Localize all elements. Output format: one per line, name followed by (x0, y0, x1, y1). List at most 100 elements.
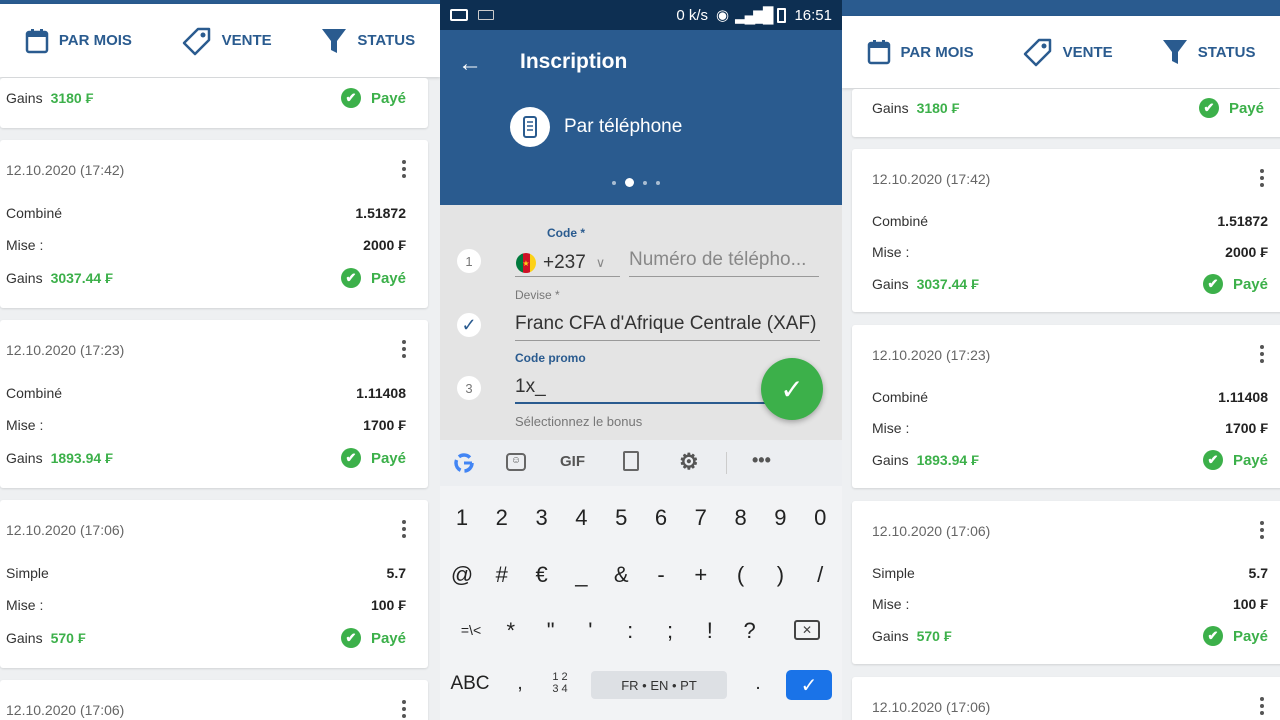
bet-card[interactable]: 12.10.2020 (17:06) Simple 5.7 Mise : 100 ₣… (852, 501, 1280, 664)
key[interactable]: ? (730, 618, 770, 644)
type-row: Combiné 1.11408 (6, 385, 406, 401)
key[interactable]: ( (721, 562, 761, 588)
bet-card[interactable]: 12.10.2020 (17:23) Combiné 1.11408 Mise :… (0, 320, 428, 488)
bet-card[interactable]: 12.10.2020 (17:42) Combiné 1.51872 Mise :… (0, 140, 428, 308)
bet-date: 12.10.2020 (17:06) (872, 523, 991, 539)
filter-month-button[interactable]: PAR MOIS (25, 28, 132, 54)
more-options-icon[interactable]: ••• (752, 450, 771, 471)
gains-value: 570 ₣ (916, 628, 952, 644)
page-dot (656, 180, 660, 185)
chevron-down-icon: ∨ (595, 254, 606, 270)
page-dot (643, 180, 647, 185)
more-menu-icon[interactable] (402, 520, 406, 541)
more-menu-icon[interactable] (402, 700, 406, 720)
clipboard-icon[interactable] (623, 451, 639, 471)
paid-status: ✔ Payé (340, 88, 406, 108)
back-arrow-icon[interactable]: ← (458, 50, 482, 78)
more-menu-icon[interactable] (1260, 169, 1264, 190)
bet-date: 12.10.2020 (17:06) (6, 522, 125, 538)
key[interactable]: 5 (601, 505, 641, 531)
key[interactable]: - (641, 562, 681, 588)
gif-button[interactable]: GIF (560, 453, 585, 470)
key[interactable]: 0 (800, 505, 840, 531)
stake-row: Mise : 1700 ₣ (872, 420, 1268, 436)
page-indicator (612, 178, 660, 187)
tag-icon (1023, 38, 1051, 67)
enter-check-key[interactable]: ✓ (786, 670, 832, 700)
more-menu-icon[interactable] (1260, 521, 1264, 542)
key[interactable]: " (531, 618, 571, 644)
filter-month-button[interactable]: PAR MOIS (867, 39, 974, 65)
key[interactable]: ; (650, 618, 690, 644)
numpad-key[interactable]: 1 2 3 4 (548, 671, 572, 695)
phone-number-input[interactable]: Numéro de télépho... (629, 249, 819, 277)
registration-method[interactable]: Par téléphone (510, 107, 682, 147)
key[interactable]: _ (561, 562, 601, 588)
backspace-icon[interactable]: ✕ (794, 620, 820, 640)
comma-key[interactable]: , (500, 673, 540, 695)
key[interactable]: € (522, 562, 562, 588)
bet-card[interactable]: 12.10.2020 (17:23) Combiné 1.11408 Mise :… (852, 325, 1280, 488)
key[interactable]: : (610, 618, 650, 644)
bet-type: Simple (872, 565, 915, 581)
key[interactable]: # (482, 562, 522, 588)
gear-icon[interactable]: ⚙ (679, 449, 699, 475)
key[interactable]: + (681, 562, 721, 588)
key[interactable]: 1 (442, 505, 482, 531)
key[interactable]: 6 (641, 505, 681, 531)
more-menu-icon[interactable] (402, 160, 406, 181)
currency-select[interactable]: Franc CFA d'Afrique Centrale (XAF) (515, 313, 820, 341)
key[interactable]: * (491, 618, 531, 644)
sticker-icon[interactable]: ☺ (506, 453, 526, 471)
filter-sale-button[interactable]: VENTE (1023, 37, 1113, 67)
period-key[interactable]: . (738, 673, 778, 695)
top-strip (842, 0, 1280, 16)
tag-icon (182, 27, 210, 55)
gains-label: Gains (872, 628, 909, 644)
bet-card[interactable]: Gains 3180 ₣ ✔ Payé (852, 89, 1280, 137)
filter-sale-button[interactable]: VENTE (182, 26, 272, 56)
gains-label: Gains (6, 450, 43, 466)
key[interactable]: 4 (561, 505, 601, 531)
more-menu-icon[interactable] (402, 340, 406, 361)
more-menu-icon[interactable] (1260, 697, 1264, 718)
key[interactable]: =\< (451, 622, 491, 638)
stake-value: 100 ₣ (370, 597, 406, 613)
page-title: Inscription (520, 50, 628, 73)
bet-card[interactable]: 12.10.2020 (17:06) (852, 677, 1280, 720)
key[interactable]: ) (760, 562, 800, 588)
bonus-hint[interactable]: Sélectionnez le bonus (515, 414, 642, 429)
key[interactable]: 8 (721, 505, 761, 531)
key[interactable]: ' (570, 618, 610, 644)
filter-status-button[interactable]: STATUS (321, 27, 415, 55)
gains-row: Gains 570 ₣ ✔ Payé (872, 626, 1268, 646)
bet-card[interactable]: Gains 3180 ₣ ✔ Payé (0, 78, 428, 128)
abc-key[interactable]: ABC (442, 673, 498, 695)
key[interactable]: / (800, 562, 840, 588)
filter-status-button[interactable]: STATUS (1162, 38, 1255, 66)
space-key[interactable]: FR • EN • PT (591, 671, 727, 699)
key[interactable]: & (601, 562, 641, 588)
step-1-badge: 1 (457, 249, 481, 273)
paid-status: ✔ Payé (340, 448, 406, 468)
country-code-select[interactable]: ★ +237 ∨ (515, 249, 620, 277)
promo-code-input[interactable]: 1x_ (515, 376, 785, 404)
key[interactable]: @ (442, 562, 482, 588)
submit-check-button[interactable]: ✓ (761, 358, 823, 420)
key[interactable]: 3 (522, 505, 562, 531)
bet-card[interactable]: 12.10.2020 (17:42) Combiné 1.51872 Mise :… (852, 149, 1280, 312)
filter-bar: PAR MOIS VENTE STATUS (0, 4, 440, 77)
bet-card[interactable]: 12.10.2020 (17:06) (0, 680, 428, 720)
status-bar: 0 k/s ◉ ▂▄▆█ 16:51 (440, 0, 842, 30)
key[interactable]: 7 (681, 505, 721, 531)
google-g-icon[interactable] (453, 452, 475, 474)
key[interactable]: ! (690, 618, 730, 644)
date-row: 12.10.2020 (17:06) (872, 699, 1264, 715)
gains-row: Gains 570 ₣ ✔ Payé (6, 628, 406, 648)
keyboard-toolbar: ☺ GIF ⚙ ••• (440, 440, 842, 486)
key[interactable]: 2 (482, 505, 522, 531)
more-menu-icon[interactable] (1260, 345, 1264, 366)
bet-card[interactable]: 12.10.2020 (17:06) Simple 5.7 Mise : 100 ₣… (0, 500, 428, 668)
gains-value: 3180 ₣ (50, 90, 94, 106)
key[interactable]: 9 (760, 505, 800, 531)
